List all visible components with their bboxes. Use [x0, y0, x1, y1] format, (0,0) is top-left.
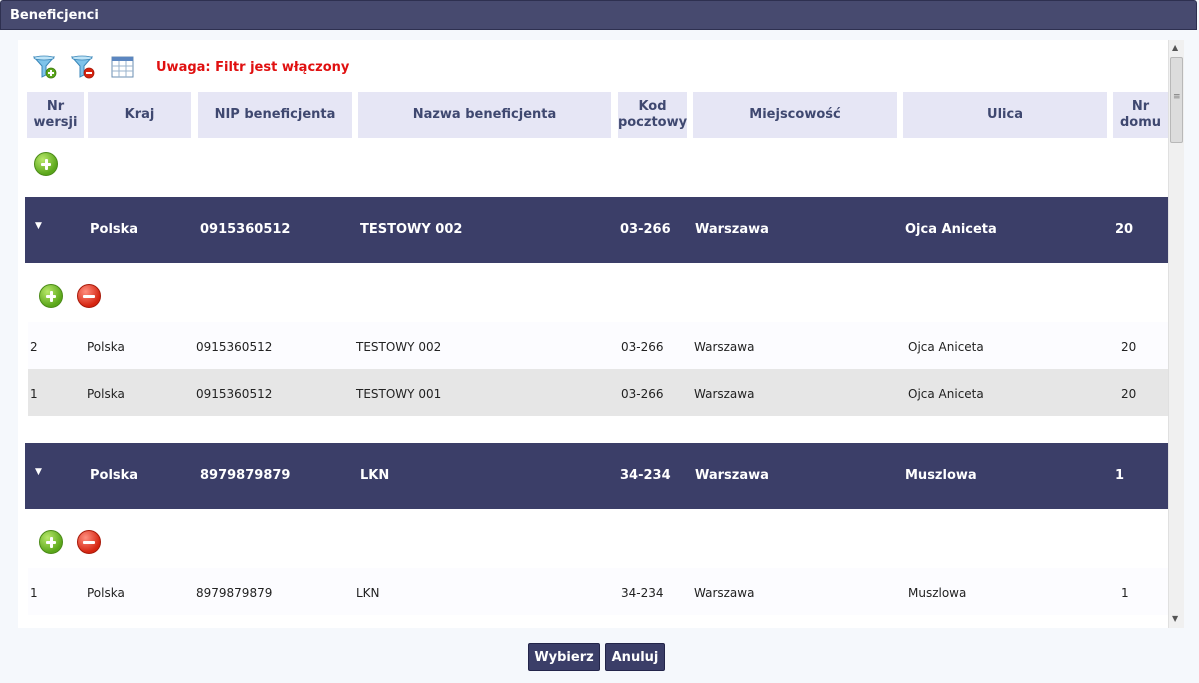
collapse-caret-icon[interactable]: ▼: [35, 467, 42, 477]
scroll-up-icon[interactable]: ▲: [1172, 43, 1178, 52]
remove-version-button[interactable]: [77, 284, 101, 308]
remove-version-button[interactable]: [77, 530, 101, 554]
group-nip: 8979879879: [200, 468, 291, 483]
group-city: Warszawa: [695, 468, 769, 483]
column-header-postal-code[interactable]: Kod pocztowy: [618, 92, 687, 138]
cancel-button[interactable]: Anuluj: [605, 643, 665, 671]
add-version-button[interactable]: [39, 284, 63, 308]
column-header-street[interactable]: Ulica: [903, 92, 1107, 138]
group-house-number: 20: [1115, 222, 1134, 237]
group-street: Ojca Aniceta: [905, 222, 997, 237]
filter-add-icon[interactable]: [32, 54, 58, 80]
filter-warning: Uwaga: Filtr jest włączony: [156, 60, 350, 75]
scroll-down-icon[interactable]: ▼: [1172, 614, 1178, 623]
column-header-house-number[interactable]: Nr domu: [1113, 92, 1168, 138]
window-title: Beneficjenci: [10, 8, 99, 23]
column-header-city[interactable]: Miejscowość: [693, 92, 897, 138]
scrollbar-thumb[interactable]: ≡: [1170, 57, 1183, 143]
table-row[interactable]: 1 Polska 0915360512 TESTOWY 001 03-266 W…: [28, 369, 1168, 416]
group-house-number: 1: [1115, 468, 1125, 483]
group-header[interactable]: ▼ Polska 8979879879 LKN 34-234 Warszawa …: [25, 443, 1168, 509]
group-postal-code: 03-266: [620, 222, 671, 237]
add-version-button[interactable]: [39, 530, 63, 554]
filter-remove-icon[interactable]: [70, 54, 96, 80]
table-row[interactable]: 2 Polska 0915360512 TESTOWY 002 03-266 W…: [28, 322, 1168, 369]
group-nip: 0915360512: [200, 222, 291, 237]
group-city: Warszawa: [695, 222, 769, 237]
group-street: Muszlowa: [905, 468, 977, 483]
group-country: Polska: [90, 222, 139, 237]
group-header[interactable]: ▼ Polska 0915360512 TESTOWY 002 03-266 W…: [25, 197, 1168, 263]
group-name: LKN: [360, 468, 390, 483]
group-name: TESTOWY 002: [360, 222, 463, 237]
vertical-scrollbar[interactable]: ▲ ≡ ▼: [1168, 40, 1184, 628]
select-button[interactable]: Wybierz: [528, 643, 600, 671]
grip-icon: ≡: [1173, 92, 1181, 102]
table-row[interactable]: 1 Polska 8979879879 LKN 34-234 Warszawa …: [28, 568, 1168, 615]
column-header-name[interactable]: Nazwa beneficjenta: [358, 92, 611, 138]
column-header-nip[interactable]: NIP beneficjenta: [198, 92, 352, 138]
group-country: Polska: [90, 468, 139, 483]
column-header-version[interactable]: Nr wersji: [27, 92, 84, 138]
collapse-caret-icon[interactable]: ▼: [35, 221, 42, 231]
add-beneficiary-button[interactable]: [34, 152, 58, 176]
beneficiaries-panel: Uwaga: Filtr jest włączony Nr wersji Kraj…: [18, 40, 1168, 628]
column-header-country[interactable]: Kraj: [88, 92, 191, 138]
group-postal-code: 34-234: [620, 468, 671, 483]
table-columns-icon[interactable]: [110, 54, 136, 80]
window-titlebar: Beneficjenci: [0, 0, 1197, 30]
